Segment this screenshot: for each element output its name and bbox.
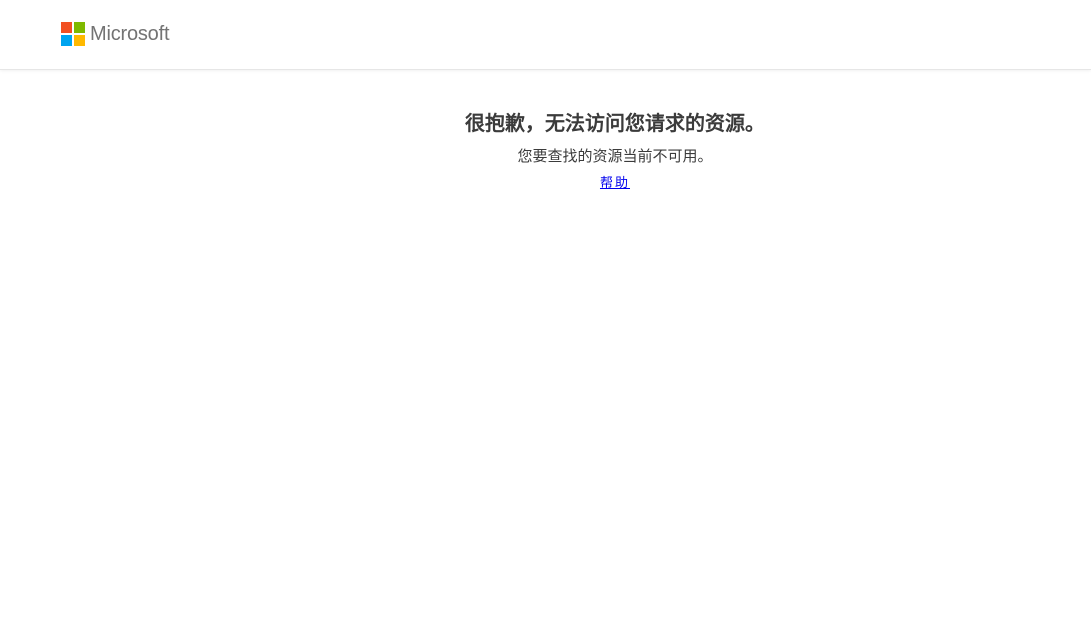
logo-blue-square bbox=[61, 35, 72, 46]
microsoft-logo-icon bbox=[61, 22, 85, 46]
microsoft-brand-link[interactable]: Microsoft bbox=[61, 22, 170, 46]
page-header: Microsoft bbox=[0, 0, 1091, 70]
logo-yellow-square bbox=[74, 35, 85, 46]
brand-wordmark: Microsoft bbox=[90, 23, 170, 45]
logo-red-square bbox=[61, 22, 72, 33]
help-link[interactable]: 帮助 bbox=[600, 174, 630, 194]
error-content: 很抱歉，无法访问您请求的资源。 您要查找的资源当前不可用。 帮助 bbox=[0, 108, 1091, 194]
logo-green-square bbox=[74, 22, 85, 33]
error-message: 您要查找的资源当前不可用。 bbox=[517, 147, 713, 165]
error-title: 很抱歉，无法访问您请求的资源。 bbox=[465, 111, 765, 135]
